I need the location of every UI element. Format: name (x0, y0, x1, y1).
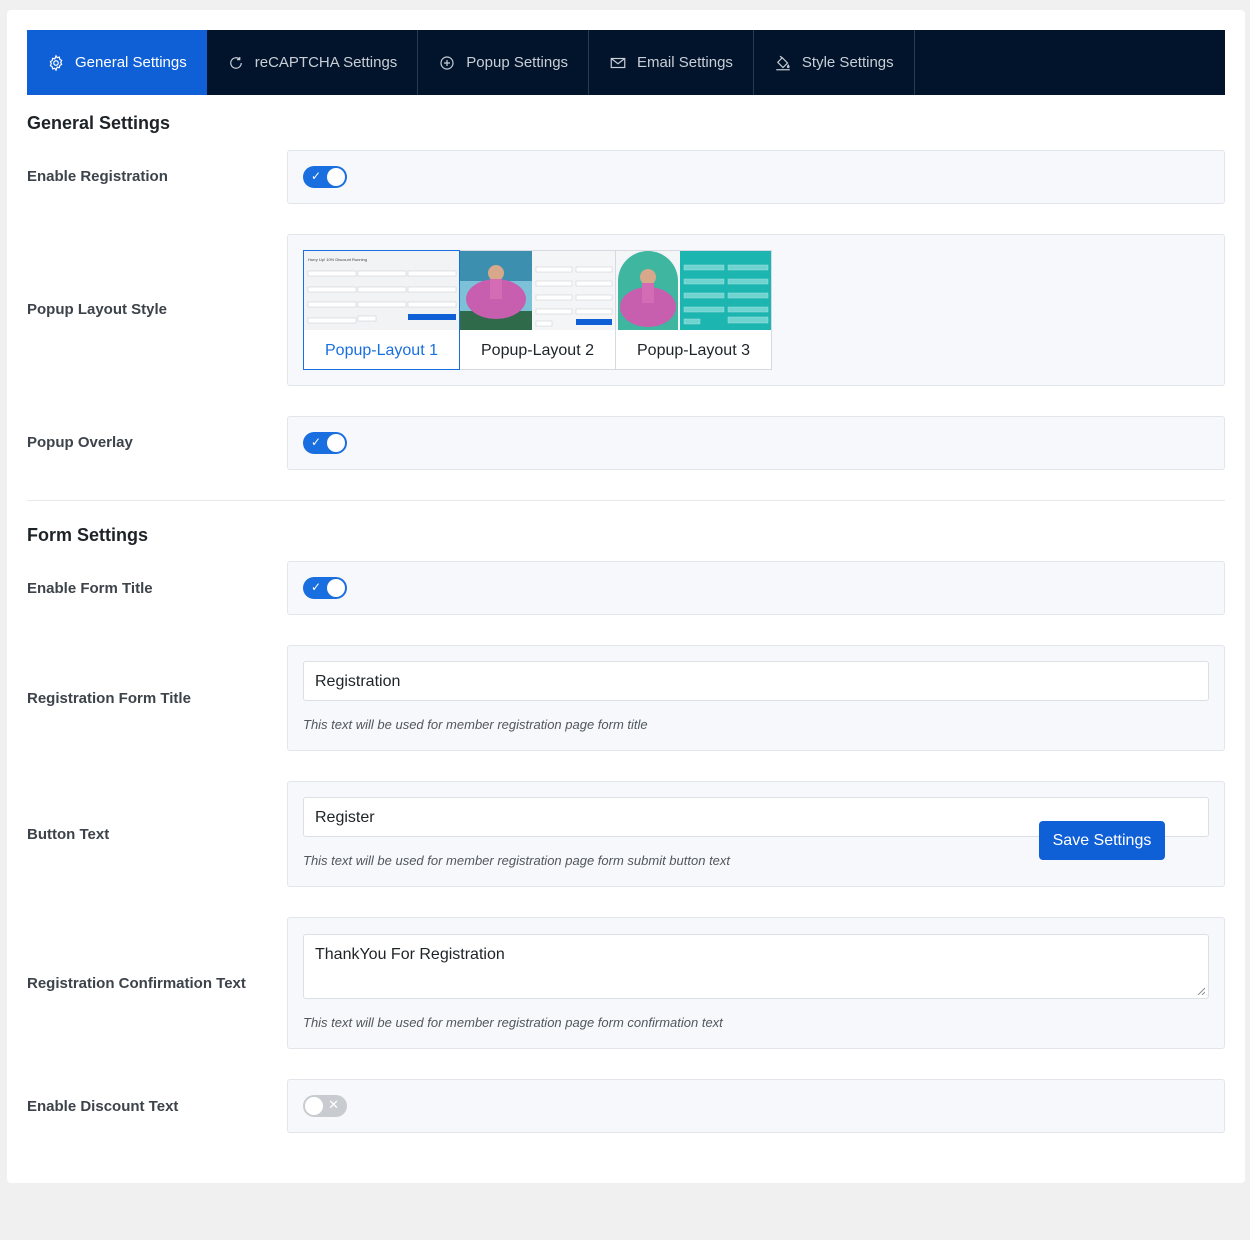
confirmation-text-label: Registration Confirmation Text (27, 975, 246, 992)
popup-overlay-toggle[interactable]: ✓ (303, 432, 347, 454)
enable-form-title-label: Enable Form Title (27, 580, 153, 597)
tab-recaptcha-settings[interactable]: reCAPTCHA Settings (207, 30, 419, 95)
enable-discount-text-label: Enable Discount Text (27, 1098, 179, 1115)
enable-form-title-toggle[interactable]: ✓ (303, 577, 347, 599)
popup-overlay-label: Popup Overlay (27, 434, 133, 451)
layout-option-label: Popup-Layout 2 (481, 342, 594, 359)
envelope-icon (610, 57, 626, 68)
thumb-heading: Hurry Up! 10% Discount Running (308, 257, 367, 262)
form-settings-title: Form Settings (27, 525, 149, 545)
tab-label: Popup Settings (466, 54, 569, 71)
section-divider (27, 500, 1225, 501)
tab-label: General Settings (75, 54, 187, 71)
tab-label: Style Settings (801, 54, 894, 71)
registration-form-title-help: This text will be used for member regist… (303, 717, 648, 732)
tab-general-settings[interactable]: General Settings (27, 30, 207, 95)
layout-option-label: Popup-Layout 1 (325, 342, 438, 359)
plus-circle-icon (440, 55, 454, 70)
popup-layout-style-label: Popup Layout Style (27, 301, 168, 318)
registration-form-title-label: Registration Form Title (27, 690, 191, 707)
popup-layout-option-2[interactable]: Popup-Layout 2 (459, 250, 616, 370)
confirmation-text-help: This text will be used for member regist… (303, 1015, 723, 1030)
popup-layout-option-3[interactable]: Popup-Layout 3 (615, 250, 772, 370)
gear-icon (49, 54, 63, 71)
enable-registration-label: Enable Registration (27, 168, 168, 185)
resize-handle-icon[interactable] (1197, 987, 1205, 995)
popup-overlay-row: ✓ (287, 416, 1225, 470)
confirmation-text-row: ThankYou For Registration This text will… (287, 917, 1225, 1049)
tab-label: reCAPTCHA Settings (254, 54, 398, 71)
save-settings-button[interactable]: Save Settings (1039, 821, 1165, 860)
enable-registration-row: ✓ (287, 150, 1225, 204)
popup-layout-option-1[interactable]: Hurry Up! 10% Discount Running Popup-Lay… (303, 250, 460, 370)
tab-style-settings[interactable]: Style Settings (754, 30, 915, 95)
button-text-label: Button Text (27, 826, 110, 843)
tab-label: Email Settings (637, 54, 733, 71)
check-icon: ✓ (311, 580, 322, 594)
confirmation-text-textarea[interactable]: ThankYou For Registration (303, 934, 1209, 999)
refresh-icon (229, 56, 242, 69)
registration-form-title-input[interactable]: Registration (303, 661, 1209, 701)
enable-form-title-row: ✓ (287, 561, 1225, 615)
enable-discount-text-row: ✕ (287, 1079, 1225, 1133)
settings-tabs: General Settings reCAPTCHA Settings Popu… (27, 30, 1225, 95)
tab-popup-settings[interactable]: Popup Settings (418, 30, 590, 95)
paint-bucket-icon (776, 55, 790, 70)
check-icon: ✓ (311, 435, 322, 449)
enable-discount-text-toggle[interactable]: ✕ (303, 1095, 347, 1117)
layout-1-thumbnail: Hurry Up! 10% Discount Running (304, 251, 459, 330)
popup-layout-options: Hurry Up! 10% Discount Running Popup-Lay… (303, 250, 772, 370)
layout-2-thumbnail (460, 251, 615, 330)
registration-form-title-row: Registration This text will be used for … (287, 645, 1225, 751)
tab-email-settings[interactable]: Email Settings (589, 30, 754, 95)
check-icon: ✓ (311, 169, 322, 183)
layout-3-thumbnail (616, 251, 771, 330)
confirmation-text-value: ThankYou For Registration (315, 946, 505, 963)
layout-option-label: Popup-Layout 3 (637, 342, 750, 359)
popup-layout-row: Hurry Up! 10% Discount Running Popup-Lay… (287, 234, 1225, 386)
button-text-help: This text will be used for member regist… (303, 853, 731, 868)
x-icon: ✕ (328, 1097, 339, 1112)
general-settings-title: General Settings (27, 113, 171, 133)
enable-registration-toggle[interactable]: ✓ (303, 166, 347, 188)
